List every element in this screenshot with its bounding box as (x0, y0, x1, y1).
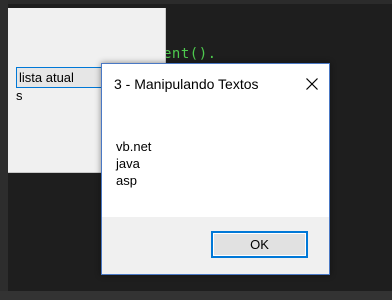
background-form-text: s (16, 88, 23, 103)
bottom-edge (0, 291, 392, 300)
dialog-title: 3 - Manipulando Textos (114, 76, 259, 92)
desktop-screen: ent(). lista atual s 3 - Manipulando Tex… (0, 0, 392, 300)
dialog-footer: OK (102, 217, 329, 274)
message-text: vb.net java asp (116, 138, 151, 189)
top-edge (0, 0, 392, 4)
ok-button-label: OK (213, 233, 306, 256)
left-edge (0, 0, 8, 300)
close-icon (306, 78, 318, 90)
dialog-titlebar[interactable]: 3 - Manipulando Textos (102, 64, 329, 104)
close-button[interactable] (301, 73, 323, 95)
ok-button[interactable]: OK (211, 231, 308, 258)
code-editor-text: ent(). (163, 46, 217, 62)
message-line: asp (116, 173, 137, 188)
message-line: vb.net (116, 139, 152, 154)
message-line: java (116, 156, 140, 171)
message-box: 3 - Manipulando Textos vb.net java asp O… (101, 63, 330, 275)
